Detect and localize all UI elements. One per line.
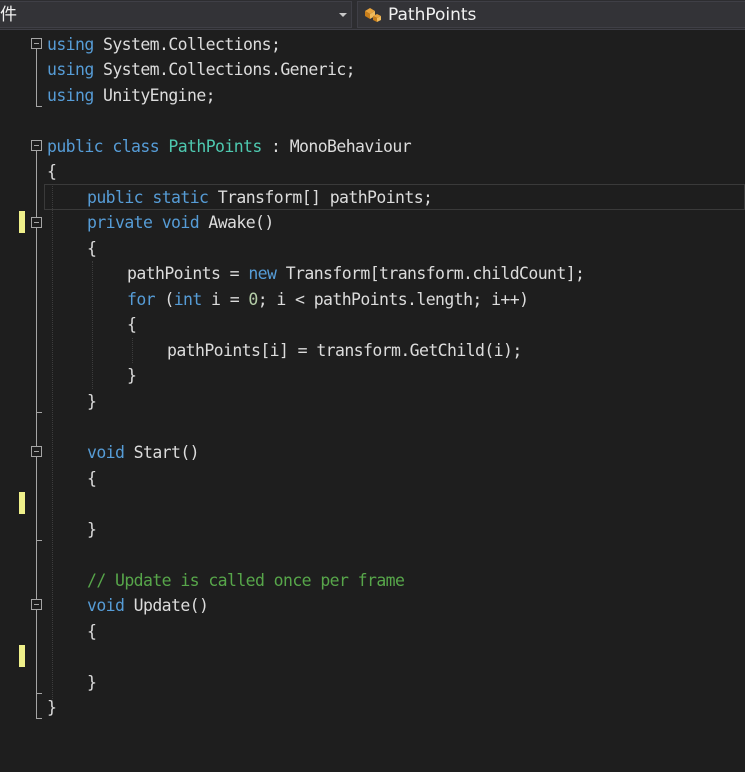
code-line-7: public static Transform[] pathPoints; (87, 188, 433, 207)
code-line-10: pathPoints = new Transform[transform.chi… (127, 264, 585, 283)
fold-guide (36, 151, 37, 718)
chevron-down-icon[interactable] (339, 13, 347, 17)
code-line-2: using System.Collections.Generic; (47, 60, 356, 79)
class-dropdown[interactable]: PathPoints (357, 1, 745, 28)
class-dropdown-label: PathPoints (388, 5, 477, 25)
change-marker (19, 211, 25, 233)
code-line-1: using System.Collections; (47, 35, 281, 54)
collapse-icon[interactable] (31, 446, 42, 457)
indent-guide (52, 184, 53, 701)
code-line-22: // Update is called once per frame (87, 571, 405, 590)
indent-guide (92, 261, 93, 389)
code-editor[interactable]: using System.Collections; using System.C… (0, 31, 745, 772)
collapse-icon[interactable] (31, 217, 42, 228)
code-line-6: { (47, 162, 57, 181)
fold-end-mark (36, 693, 42, 694)
change-marker (19, 492, 25, 514)
fold-guide (36, 49, 37, 106)
code-editor-window: 件 PathPoints using System.Collections; u… (0, 0, 745, 772)
collapse-icon[interactable] (31, 599, 42, 610)
code-line-5: public class PathPoints : MonoBehaviour (47, 137, 412, 156)
code-line-13: pathPoints[i] = transform.GetChild(i); (167, 341, 522, 360)
project-dropdown[interactable]: 件 (0, 1, 352, 28)
code-line-24: { (87, 622, 97, 641)
fold-end-mark (36, 106, 42, 107)
collapse-icon[interactable] (31, 140, 42, 151)
code-line-9: { (87, 239, 97, 258)
code-line-12: { (127, 315, 137, 334)
indent-guide (132, 338, 133, 363)
collapse-icon[interactable] (31, 38, 42, 49)
code-line-18: { (87, 469, 97, 488)
class-icon (365, 8, 381, 22)
code-line-17: void Start() (87, 443, 200, 462)
fold-end-mark (36, 412, 42, 413)
project-dropdown-label: 件 (0, 5, 17, 25)
code-line-8: private void Awake() (87, 213, 274, 232)
code-line-15: } (87, 392, 97, 411)
code-line-11: for (int i = 0; i < pathPoints.length; i… (127, 290, 529, 309)
navigation-bar: 件 PathPoints (0, 0, 745, 30)
change-marker (19, 645, 25, 667)
code-line-26: } (87, 673, 97, 692)
code-line-3: using UnityEngine; (47, 86, 216, 105)
fold-end-mark (36, 718, 42, 719)
code-line-14: } (127, 366, 137, 385)
code-line-23: void Update() (87, 596, 209, 615)
code-line-27: } (47, 698, 57, 717)
code-line-20: } (87, 520, 97, 539)
fold-end-mark (36, 540, 42, 541)
